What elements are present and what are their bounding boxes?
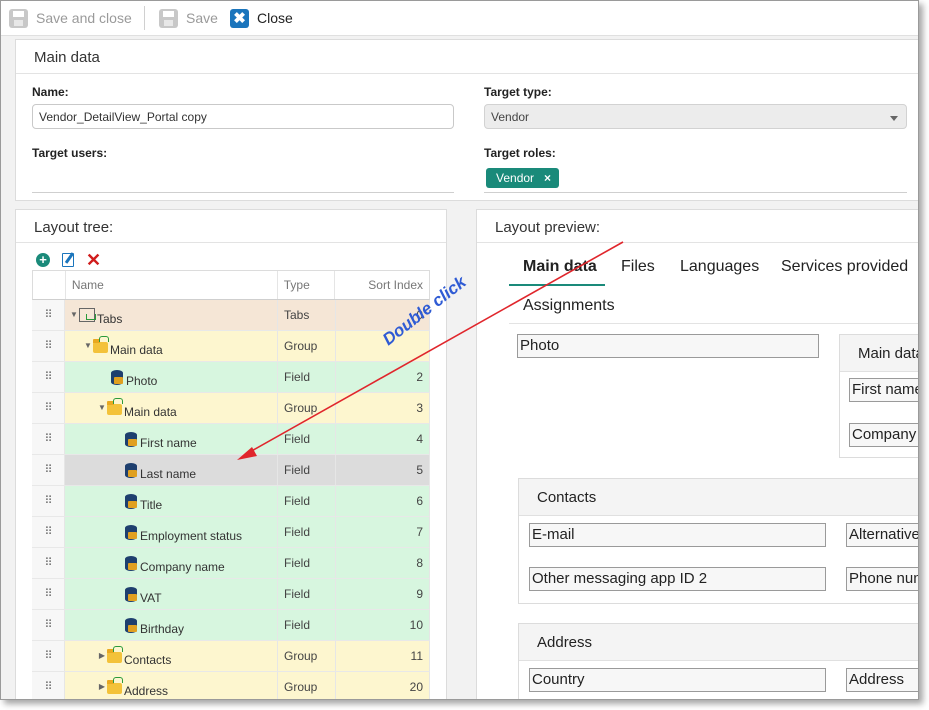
- editor-window: Save and close Save ✖ Close Main data Na…: [0, 0, 919, 700]
- annotation-arrow: [237, 241, 624, 460]
